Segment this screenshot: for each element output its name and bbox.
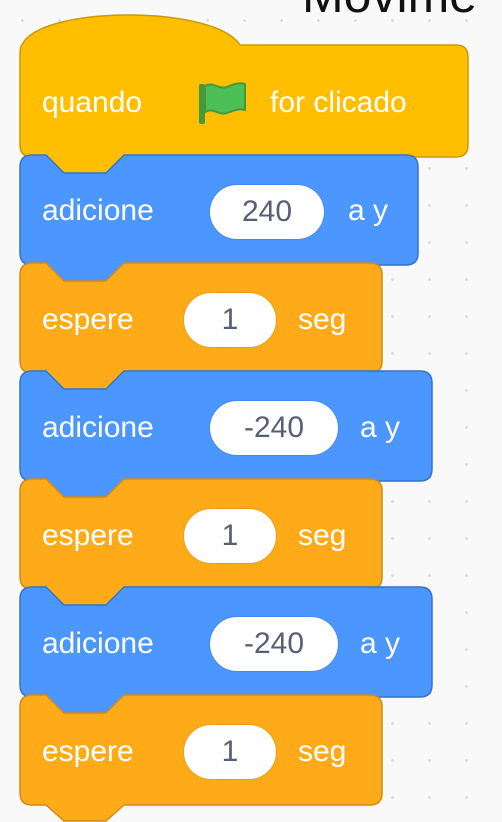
wait-block-shape: [19, 694, 383, 822]
wait-seconds-input[interactable]: 1: [184, 725, 276, 779]
wait-label: espere: [42, 735, 134, 768]
script-stack[interactable]: quando for clicado adicione 240 a y espe…: [0, 0, 502, 822]
wait-suffix: seg: [298, 735, 347, 768]
